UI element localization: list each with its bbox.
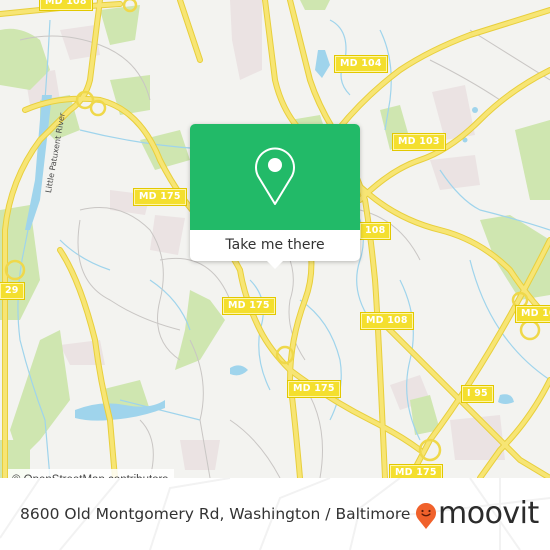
road-label-md108-mid: 108 xyxy=(358,222,392,240)
take-me-there-button[interactable]: Take me there xyxy=(190,230,360,261)
popup-header xyxy=(190,124,360,230)
road-label-md108-far-east: MD 10 xyxy=(515,305,550,323)
road-label-md175-center: MD 175 xyxy=(222,297,276,315)
destination-address: 8600 Old Montgomery Rd, Washington / Bal… xyxy=(20,505,411,523)
road-label-md175-bottom: MD 175 xyxy=(389,464,443,478)
map-attribution[interactable]: © OpenStreetMap contributors xyxy=(8,469,175,478)
road-label-md108-east: MD 108 xyxy=(360,312,414,330)
road-label-md175: MD 175 xyxy=(133,188,187,206)
map-view[interactable]: MD 108 MD 108 MD 104 MD 103 MD 175 108 2… xyxy=(0,0,550,478)
road-label-i95: I 95 xyxy=(461,385,494,403)
footer-bar: 8600 Old Montgomery Rd, Washington / Bal… xyxy=(0,478,550,550)
moovit-wordmark: moovit xyxy=(438,496,539,531)
popup-pointer xyxy=(266,260,284,269)
destination-popup[interactable]: Take me there xyxy=(190,124,360,269)
road-label-us29: 29 xyxy=(0,282,25,300)
road-label-md175-south: MD 175 xyxy=(287,380,341,398)
road-label-md103: MD 103 xyxy=(392,133,446,151)
road-label-md108: MD 108 xyxy=(39,0,93,11)
road-label-md104: MD 104 xyxy=(334,55,388,73)
map-pin-icon xyxy=(255,147,295,205)
moovit-smiley-pin-icon xyxy=(416,503,436,529)
